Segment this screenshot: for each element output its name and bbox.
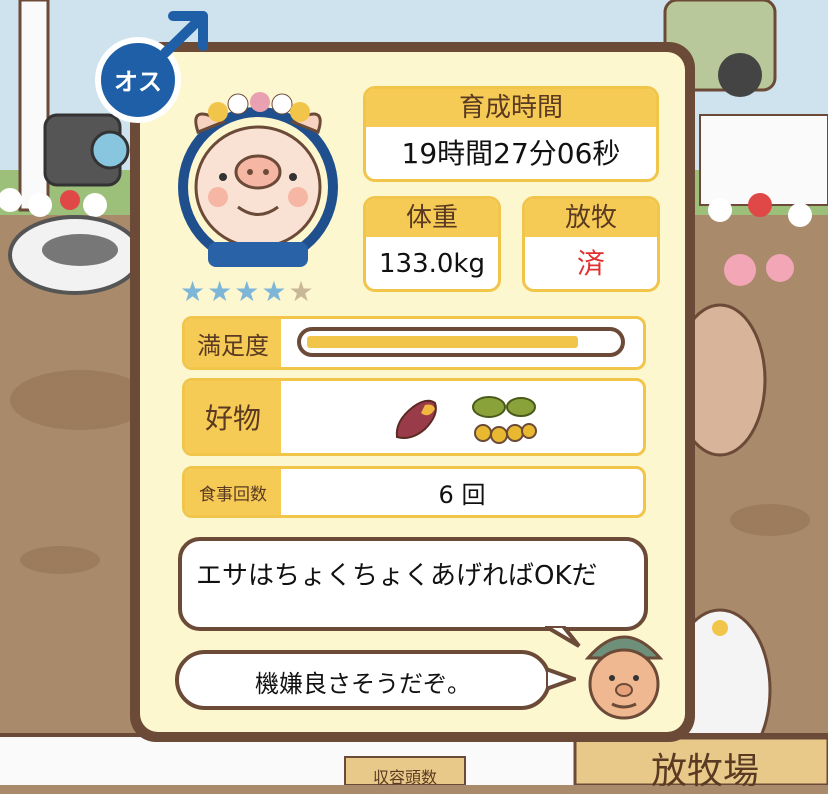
weight-label: 体重: [366, 199, 498, 237]
rating-star-icon: ★: [207, 275, 233, 308]
rating-star-icon: ★: [180, 275, 206, 308]
advice-text: エサはちょくちょくあげればOKだ: [196, 561, 598, 591]
growth-time-label: 育成時間: [366, 89, 656, 127]
satisfaction-label: 満足度: [185, 319, 281, 367]
satisfaction-row: 満足度: [182, 316, 646, 370]
meals-row: 食事回数 6 回: [182, 466, 646, 518]
star-rating: ★ ★ ★ ★ ★: [180, 278, 314, 306]
grazing-box: 放牧 済: [522, 196, 660, 292]
rating-star-icon: ★: [234, 275, 260, 308]
rating-star-icon: ★: [288, 275, 314, 308]
grazing-value: 済: [576, 247, 605, 280]
mood-bubble: 機嫌良さそうだぞ。: [175, 650, 551, 710]
sweet-potato-icon: [395, 399, 437, 439]
acorn-branch-icon: [472, 396, 537, 444]
weight-box: 体重 133.0kg: [363, 196, 501, 292]
rating-star-icon: ★: [261, 275, 287, 308]
gender-label: オス: [114, 68, 162, 96]
meals-label: 食事回数: [185, 469, 281, 515]
satisfaction-meter-fill: [307, 336, 578, 348]
mood-bubble-tail: [546, 666, 576, 692]
satisfaction-meter: [297, 327, 625, 357]
weight-value: 133.0kg: [379, 249, 485, 279]
growth-time-value: 19時間27分06秒: [401, 137, 621, 170]
game-scene: 放牧場 収容頭数 オス ★ ★ ★ ★ ★ 育成時間 19時間27分06秒 体重…: [0, 0, 828, 792]
meals-value: 6 回: [438, 480, 486, 509]
advice-bubble: エサはちょくちょくあげればOKだ: [178, 537, 648, 631]
favorite-row: 好物: [182, 378, 646, 456]
pig-portrait-icon: [178, 92, 338, 267]
capacity-sign: 収容頭数: [372, 768, 437, 787]
pasture-sign: 放牧場: [650, 751, 759, 792]
farmer-avatar-icon: [584, 635, 664, 720]
grazing-label: 放牧: [525, 199, 657, 237]
favorite-label: 好物: [185, 381, 281, 453]
mood-text: 機嫌良さそうだぞ。: [255, 670, 471, 698]
growth-time-box: 育成時間 19時間27分06秒: [363, 86, 659, 182]
